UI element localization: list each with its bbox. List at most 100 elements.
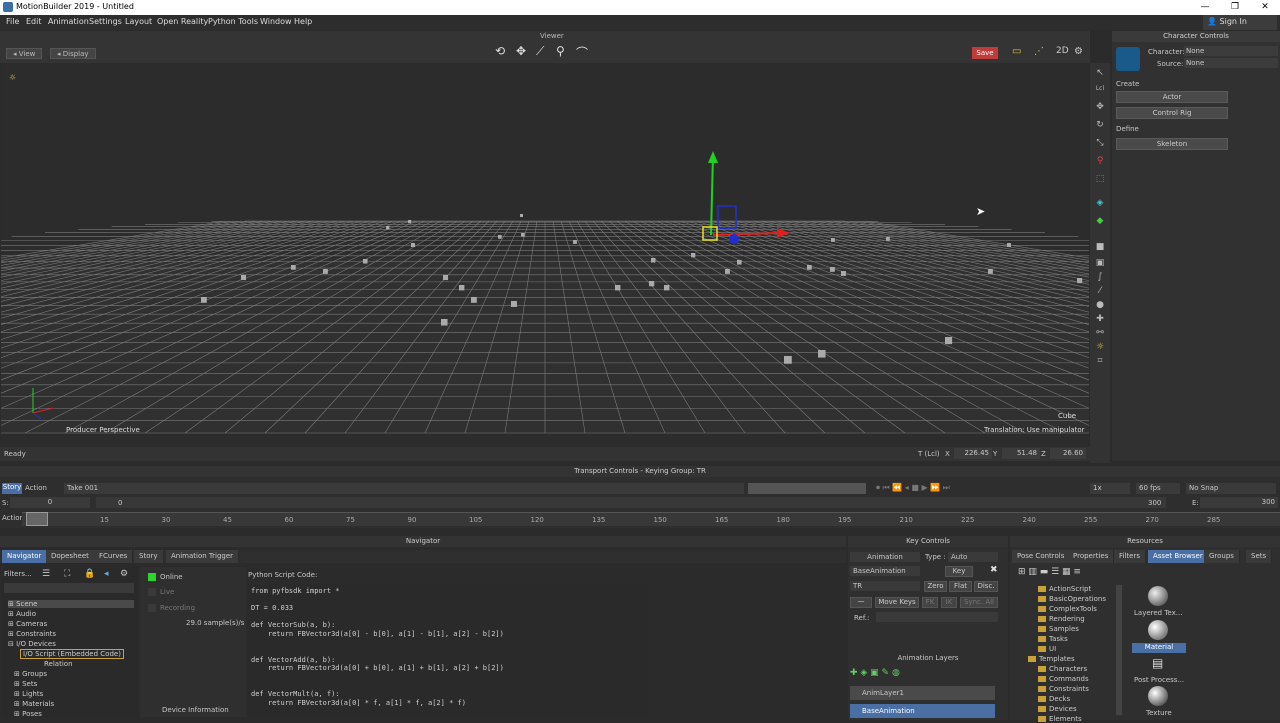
rotate-icon[interactable]: ↻ (1094, 119, 1106, 131)
tree-item-constraints[interactable]: ⊞ Constraints (8, 630, 56, 638)
tree-item-io-devices[interactable]: ⊟ I/O Devices (8, 640, 56, 648)
material-icon[interactable] (1148, 620, 1168, 640)
key-button[interactable]: Key (945, 566, 973, 577)
asset-folder[interactable]: Constraints (1038, 685, 1089, 693)
list-icon[interactable]: ☰ (42, 569, 50, 579)
scene-cube[interactable] (520, 214, 524, 218)
asset-folder[interactable]: UI (1038, 645, 1056, 653)
zero-button[interactable]: Zero (924, 581, 947, 592)
pan-icon[interactable]: ✥ (516, 44, 526, 58)
brush-icon[interactable]: ⁄ (1094, 285, 1106, 297)
asset-folder[interactable]: Templates (1028, 655, 1075, 663)
asset-folder[interactable]: Samples (1038, 625, 1079, 633)
layer-tools-icon[interactable]: ✚ ◈ ▣ ✎ ◍ (850, 668, 1006, 680)
scene-cube[interactable] (988, 269, 993, 274)
snap-icon[interactable]: ⬚ (1094, 173, 1106, 185)
minimize-button[interactable]: — (1190, 0, 1220, 15)
scene-cube[interactable] (363, 259, 368, 264)
fps-select[interactable]: 60 fps (1136, 483, 1180, 494)
asset-folder[interactable]: BasicOperations (1038, 595, 1106, 603)
scene-cube[interactable] (1077, 278, 1083, 284)
speed-select[interactable]: 1x (1090, 483, 1130, 494)
tab-fcurves[interactable]: FCurves (94, 550, 134, 563)
filters-label[interactable]: Filters... (4, 570, 32, 578)
sign-in-button[interactable]: 👤 Sign In (1203, 15, 1277, 30)
tree-item-lights[interactable]: ⊞ Lights (14, 690, 43, 698)
asset-folder[interactable]: Devices (1038, 705, 1077, 713)
sync-all-button[interactable]: Sync. All (960, 597, 998, 608)
texture-icon[interactable] (1148, 686, 1168, 706)
online-checkbox[interactable] (148, 573, 156, 581)
asset-folder[interactable]: ActionScript (1038, 585, 1091, 593)
magnet-icon[interactable]: ⚲ (1094, 155, 1106, 167)
zoom-icon[interactable]: ⚲ (556, 44, 565, 58)
scene-cube[interactable] (521, 233, 525, 237)
keying-group-select[interactable]: TR (850, 581, 920, 591)
scene-cube[interactable] (807, 265, 812, 270)
scene-cube[interactable] (831, 238, 835, 242)
source-select[interactable]: None (1184, 58, 1278, 68)
close-button[interactable]: ✕ (1250, 0, 1280, 15)
tab-dopesheet[interactable]: Dopesheet (46, 550, 95, 563)
tab-filters[interactable]: Filters (1114, 550, 1146, 563)
curve-icon[interactable]: ∫ (1094, 271, 1106, 283)
menu-help[interactable]: Help (294, 17, 312, 26)
tree-item-materials[interactable]: ⊞ Materials (14, 700, 54, 708)
lock-icon[interactable]: 🔒 (84, 569, 95, 579)
scene-cube[interactable] (498, 235, 502, 239)
scene-cube[interactable] (886, 237, 890, 241)
menu-animation[interactable]: Animation (48, 17, 89, 26)
menu-window[interactable]: Window (260, 17, 292, 26)
translate-icon[interactable]: ✥ (1094, 101, 1106, 113)
menu-edit[interactable]: Edit (26, 17, 42, 26)
z-field[interactable]: 26.60 (1050, 448, 1086, 459)
tree-item-relation[interactable]: Relation (44, 660, 73, 668)
2d-icon[interactable]: 2D (1056, 46, 1069, 56)
take-select[interactable]: Take 001 (64, 483, 744, 494)
tree-item-audio[interactable]: ⊞ Audio (8, 610, 36, 618)
scene-cube[interactable] (573, 240, 577, 244)
tree-search-input[interactable] (4, 583, 134, 593)
tree-item-groups[interactable]: ⊞ Groups (14, 670, 47, 678)
y-field[interactable]: 51.48 (1002, 448, 1040, 459)
scene-cube[interactable] (201, 297, 207, 303)
scene-cube[interactable] (291, 265, 296, 270)
view-mode-toggle[interactable] (748, 483, 866, 494)
story-tab[interactable]: Story (2, 483, 22, 494)
python-code-editor[interactable]: from pyfbsdk import * DT = 0.033 def Vec… (248, 584, 648, 718)
save-button[interactable]: Save (972, 47, 998, 59)
layered-texture-icon[interactable] (1148, 586, 1168, 606)
post-process-icon[interactable]: ▤ (1152, 656, 1163, 670)
tab-properties[interactable]: Properties (1068, 550, 1115, 563)
scene-cube[interactable] (386, 226, 390, 230)
timeline-playhead[interactable] (26, 512, 48, 526)
tree-item-cameras[interactable]: ⊞ Cameras (8, 620, 47, 628)
back-icon[interactable]: ◂ (104, 569, 109, 579)
scene-cube[interactable] (737, 260, 742, 265)
scene-cube[interactable] (615, 285, 621, 291)
light-tool-icon[interactable]: ☼ (1094, 341, 1106, 353)
ref-field[interactable] (876, 612, 998, 622)
scene-cube[interactable] (411, 243, 415, 247)
time-slider[interactable] (96, 497, 1166, 508)
playback-buttons[interactable]: ⏺ ⏮ ⏪ ◂ ■ ▶ ⏩ ⏭ (876, 483, 1066, 494)
delete-key-icon[interactable]: ✖ (990, 565, 998, 575)
scene-cube[interactable] (818, 350, 826, 358)
camera-label[interactable]: Producer Perspective (66, 426, 140, 434)
skeleton-button[interactable]: Skeleton (1116, 138, 1228, 150)
scene-cube[interactable] (441, 319, 448, 326)
scene-cube[interactable] (511, 301, 517, 307)
tree-item-io-script[interactable]: I/O Script (Embedded Code) (20, 649, 124, 659)
tab-story[interactable]: Story (134, 550, 164, 563)
disc-button[interactable]: Disc. (974, 581, 998, 592)
box-icon[interactable]: ▣ (1094, 257, 1106, 269)
tree-scrollbar[interactable] (1116, 585, 1122, 715)
asset-folder[interactable]: Rendering (1038, 615, 1085, 623)
tab-animation-trigger[interactable]: Animation Trigger (166, 550, 240, 563)
scale-icon[interactable]: ⤡ (1094, 137, 1106, 149)
cube-icon[interactable]: ■ (1094, 241, 1106, 253)
tab-asset-browser[interactable]: Asset Browser (1148, 550, 1209, 563)
camera-switch-icon[interactable]: ◈ (1094, 197, 1106, 209)
asset-folder[interactable]: Tasks (1038, 635, 1068, 643)
menu-open-reality[interactable]: Open Reality (157, 17, 208, 26)
